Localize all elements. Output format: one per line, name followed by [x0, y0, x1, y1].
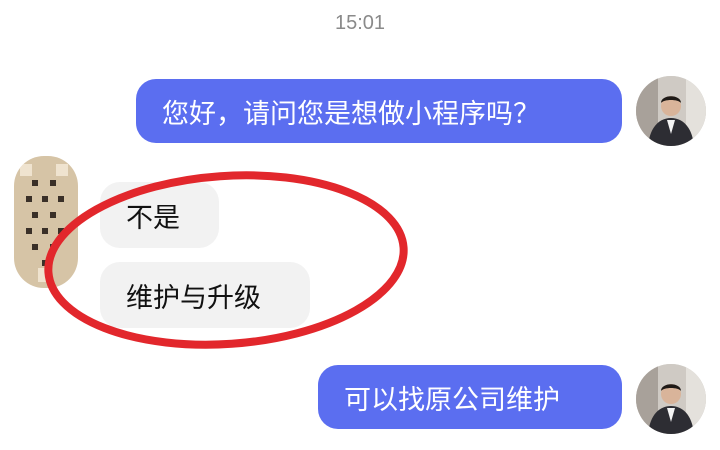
contact-avatar[interactable] [14, 156, 78, 288]
message-text: 您好，请问您是想做小程序吗？ [162, 98, 540, 130]
self-avatar[interactable] [636, 364, 706, 434]
user-photo-icon [636, 76, 706, 146]
message-text: 维护与升级 [126, 282, 261, 314]
pixelated-avatar-icon [14, 156, 78, 288]
message-bubble-incoming[interactable]: 不是 [100, 182, 219, 248]
self-avatar[interactable] [636, 76, 706, 146]
message-text: 不是 [126, 202, 180, 234]
user-photo-icon [636, 364, 706, 434]
chat-timestamp: 15:01 [334, 12, 386, 34]
message-bubble-outgoing[interactable]: 可以找原公司维护 [318, 365, 622, 429]
message-bubble-incoming[interactable]: 维护与升级 [100, 262, 310, 328]
message-text: 可以找原公司维护 [344, 384, 560, 416]
message-bubble-outgoing[interactable]: 您好，请问您是想做小程序吗？ [136, 79, 622, 143]
